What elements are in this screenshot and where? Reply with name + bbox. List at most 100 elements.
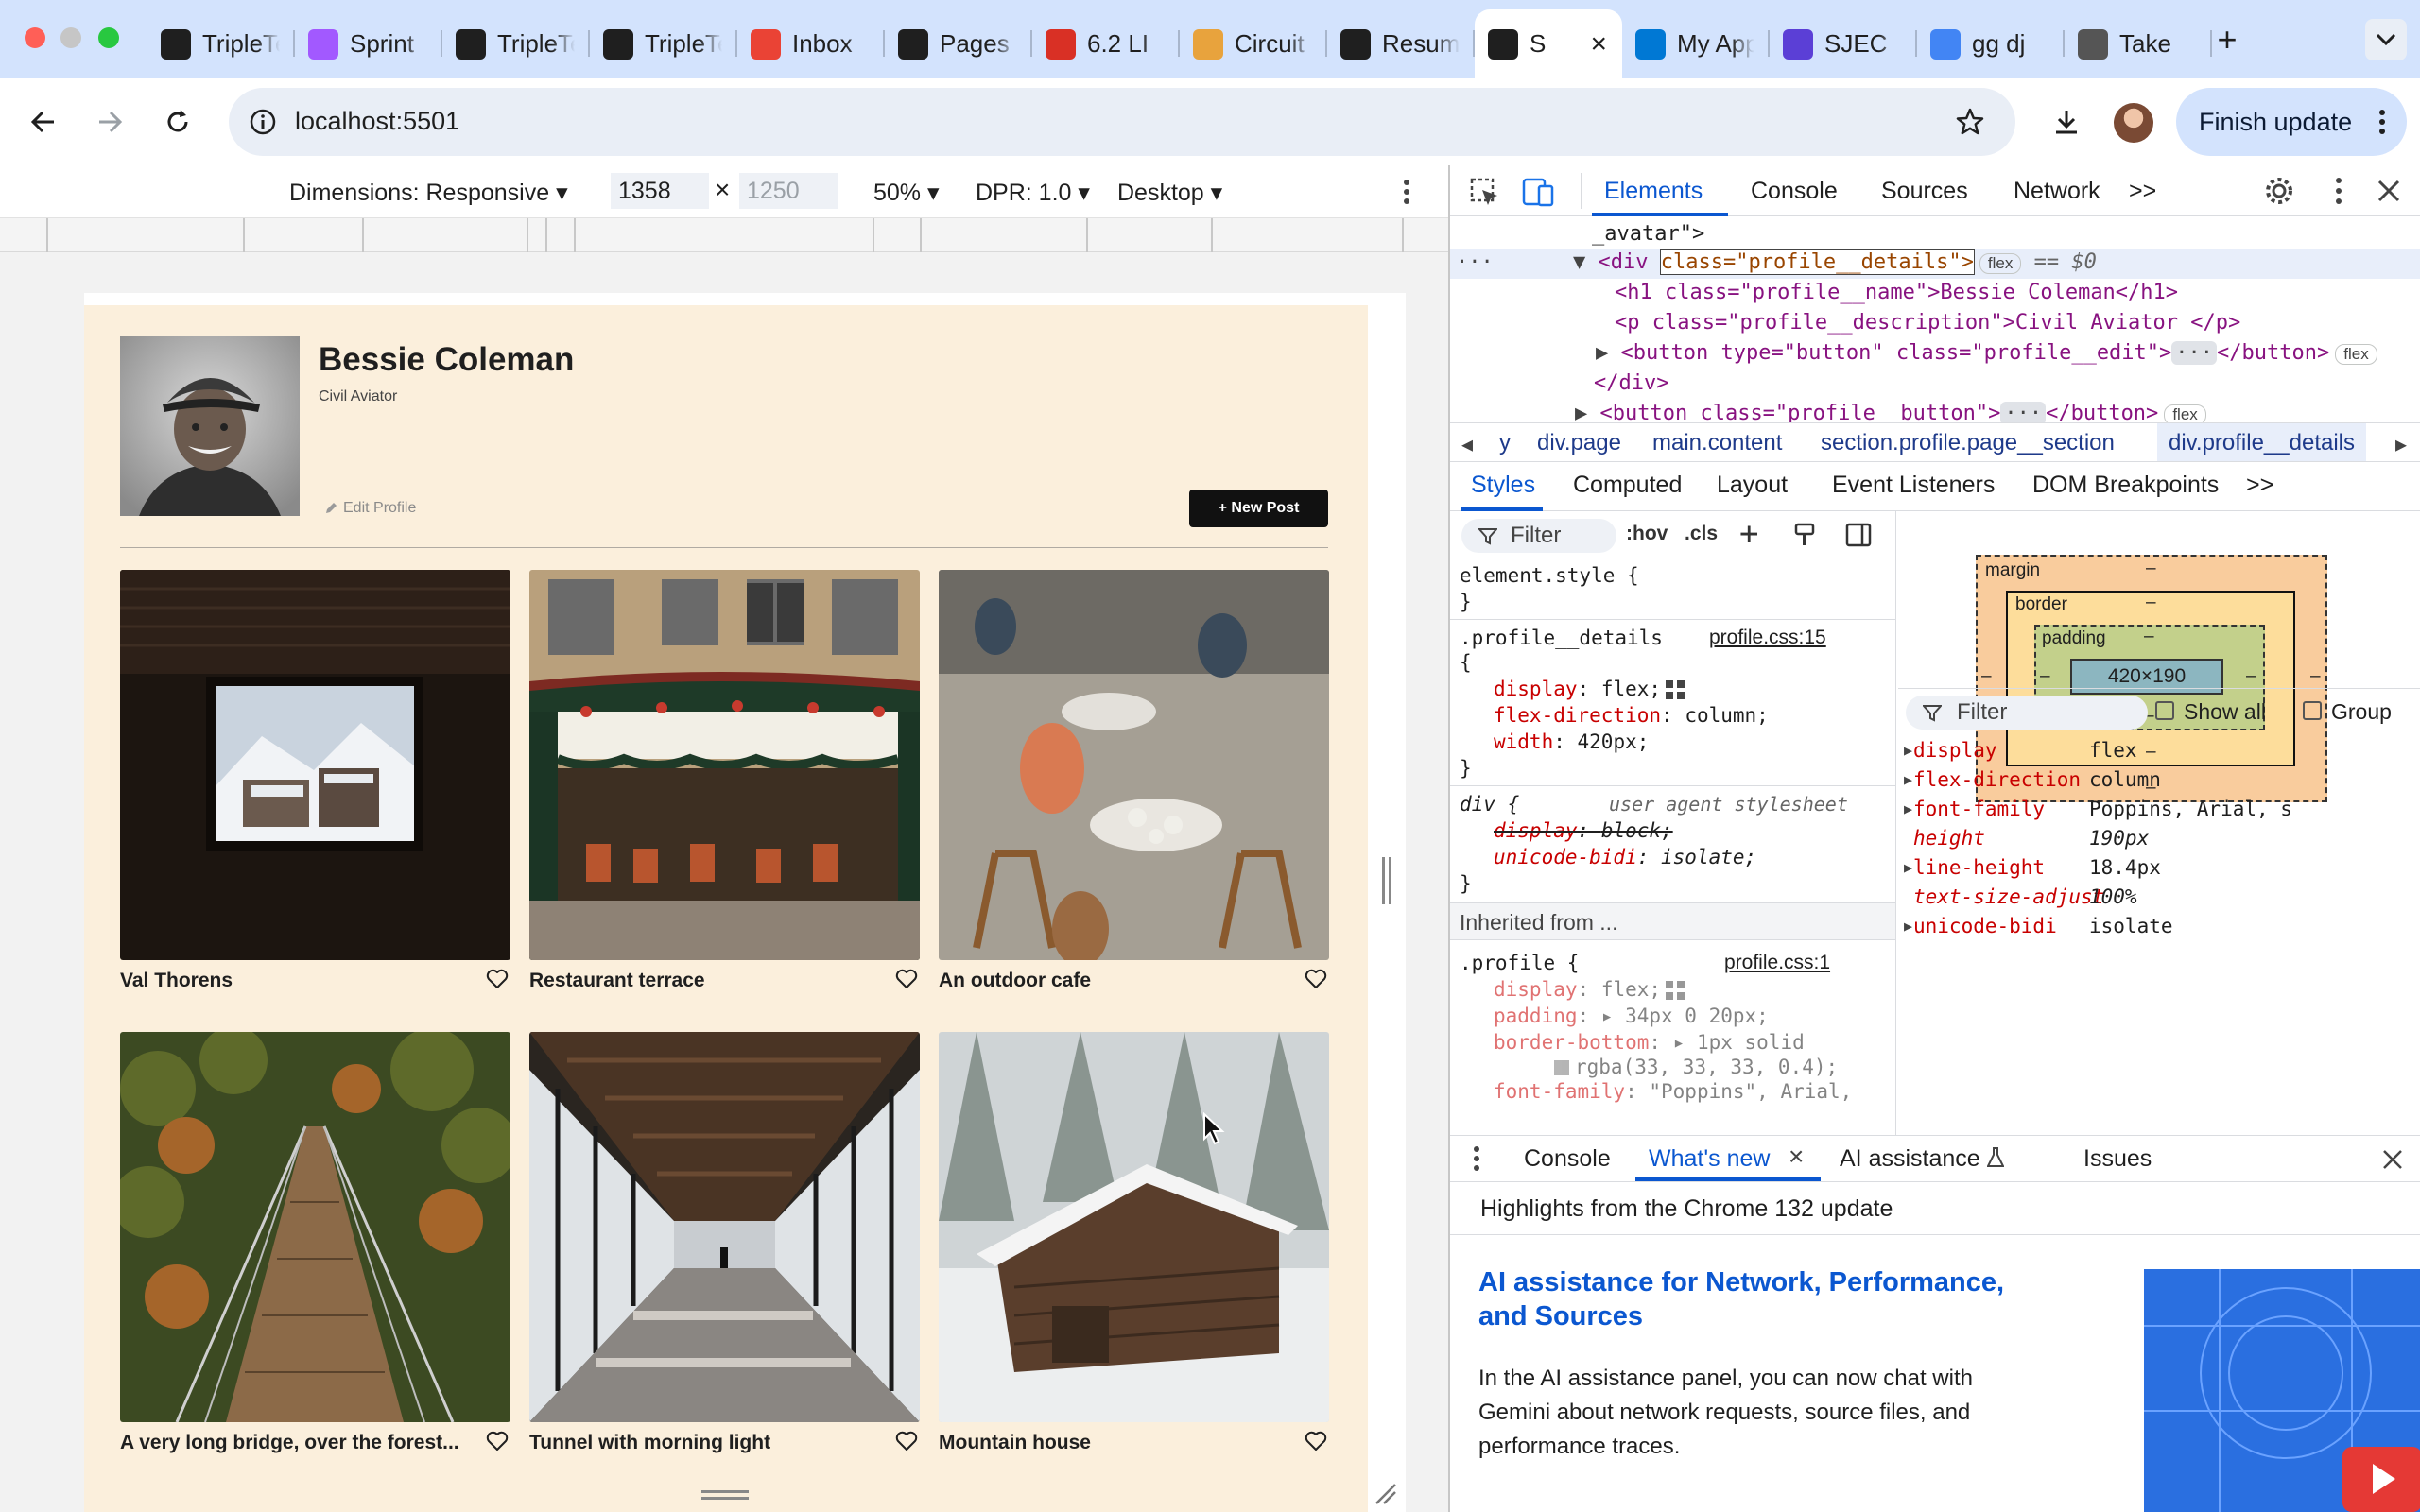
close-window-button[interactable] (25, 27, 45, 48)
close-devtools-icon[interactable] (2377, 179, 2401, 203)
browser-tab[interactable]: 6.2 LI (1032, 9, 1180, 78)
dom-line[interactable]: <h1 class="profile__name">Bessie Coleman… (1615, 281, 2178, 304)
tab-console[interactable]: Console (1751, 178, 1838, 205)
subtab-computed[interactable]: Computed (1573, 472, 1682, 499)
browser-tab[interactable]: gg dj (1917, 9, 2065, 78)
rule-selector[interactable]: .profile__details (1460, 627, 1663, 649)
style-property[interactable]: display: flex; (1494, 978, 1685, 1001)
breadcrumb-item[interactable]: div.page (1537, 430, 1621, 456)
breadcrumb-scroll-left-icon[interactable]: ◂ (1461, 431, 1473, 458)
dom-line[interactable]: ▶ <button type="button" class="profile__… (1596, 341, 2377, 365)
height-input[interactable]: 1250 (739, 173, 838, 209)
subtab-styles[interactable]: Styles (1471, 472, 1535, 499)
add-rule-button[interactable]: + (1739, 515, 1758, 553)
card-image[interactable] (529, 570, 920, 960)
inspect-element-icon[interactable] (1469, 177, 1499, 207)
breadcrumb-item[interactable]: main.content (1652, 430, 1782, 456)
rule-source-link[interactable]: profile.css:1 (1724, 952, 1830, 974)
heart-icon[interactable] (895, 969, 918, 989)
expand-arrow-icon[interactable]: ▶ (1904, 859, 1912, 876)
device-toggle-icon[interactable] (1522, 177, 1554, 207)
browser-tab[interactable]: TripleTen (590, 9, 737, 78)
computed-filter-input[interactable]: Filter (1906, 696, 2148, 730)
browser-tab[interactable]: Resume (1327, 9, 1475, 78)
dimensions-select[interactable]: Dimensions: Responsive ▾ (289, 179, 568, 207)
more-tabs-button[interactable]: >> (2129, 178, 2156, 205)
subtab-event-listeners[interactable]: Event Listeners (1832, 472, 1995, 499)
flex-badge[interactable]: flex (2164, 404, 2206, 422)
viewport-resize-corner-icon[interactable] (1373, 1481, 1397, 1505)
flex-badge[interactable]: flex (1979, 253, 2022, 274)
element-style-selector[interactable]: element.style { (1460, 564, 1639, 587)
breadcrumb-scroll-right-icon[interactable]: ▸ (2395, 431, 2407, 458)
toggle-sidebar-icon[interactable] (1845, 523, 1872, 547)
browser-tab[interactable]: TripleTen (442, 9, 590, 78)
flexbox-editor-icon[interactable] (1665, 679, 1685, 700)
subtab-dom-breakpoints[interactable]: DOM Breakpoints (2032, 472, 2219, 499)
new-post-button[interactable]: + New Post (1189, 490, 1328, 527)
viewport-resize-handle-bottom[interactable] (701, 1490, 749, 1500)
address-bar[interactable]: localhost:5501 (229, 88, 2015, 156)
drawer-tab-whats-new[interactable]: What's new (1649, 1145, 1770, 1173)
download-button[interactable] (2046, 101, 2087, 143)
card-image[interactable] (120, 570, 510, 960)
reload-button[interactable] (157, 101, 199, 143)
device-more-icon[interactable] (1403, 179, 1410, 205)
site-info-icon[interactable] (246, 105, 280, 139)
url-text[interactable]: localhost:5501 (295, 107, 459, 136)
heart-icon[interactable] (895, 1431, 918, 1452)
browser-tab[interactable]: My Apps (1622, 9, 1770, 78)
new-tab-button[interactable]: + (2208, 20, 2246, 59)
drawer-more-icon[interactable] (1473, 1145, 1480, 1172)
card-image[interactable] (939, 570, 1329, 960)
browser-tab[interactable]: Sprint (295, 9, 442, 78)
rule-source-link[interactable]: profile.css:15 (1709, 627, 1826, 649)
flexbox-editor-icon[interactable] (1665, 980, 1685, 1001)
expand-arrow-icon[interactable]: ▶ (1904, 918, 1912, 935)
whats-new-thumbnail[interactable] (2144, 1269, 2420, 1512)
browser-tab[interactable]: Circuit (1180, 9, 1327, 78)
card-image[interactable] (120, 1032, 510, 1422)
breadcrumb-item[interactable]: y (1499, 430, 1511, 456)
dom-line-selected[interactable]: ▼ <div class="profile__details"> flex == … (1573, 249, 2097, 275)
tab-sources[interactable]: Sources (1881, 178, 1968, 205)
minimize-window-button[interactable] (60, 27, 81, 48)
subtab-layout[interactable]: Layout (1717, 472, 1788, 499)
profile-avatar[interactable] (2114, 103, 2153, 143)
flex-badge[interactable]: flex (2335, 344, 2377, 365)
paint-brush-icon[interactable] (1792, 523, 1817, 547)
dom-line[interactable]: _avatar"> (1592, 222, 1704, 246)
expand-arrow-icon[interactable]: ▶ (1904, 742, 1912, 759)
browser-tab[interactable]: Inbox (737, 9, 885, 78)
dpr-select[interactable]: DPR: 1.0 ▾ (976, 179, 1090, 207)
settings-gear-icon[interactable] (2263, 175, 2295, 207)
style-property[interactable]: display: flex; (1494, 678, 1685, 700)
rule-selector[interactable]: .profile { (1460, 952, 1579, 974)
back-button[interactable] (23, 101, 64, 143)
browser-tab[interactable]: S × (1475, 9, 1622, 78)
cls-toggle[interactable]: .cls (1685, 523, 1718, 545)
devtools-more-icon[interactable] (2335, 177, 2342, 205)
finish-update-button[interactable]: Finish update (2176, 88, 2407, 156)
style-property[interactable]: font-family: "Poppins", Arial, (1494, 1080, 1852, 1103)
hov-toggle[interactable]: :hov (1626, 523, 1668, 545)
drawer-tab-ai-assistance[interactable]: AI assistance (1840, 1145, 2004, 1173)
expand-arrow-icon[interactable]: ▶ (1904, 771, 1912, 788)
style-property[interactable]: padding: ▸ 34px 0 20px; (1494, 1005, 1769, 1027)
dom-line[interactable]: </div> (1594, 371, 1668, 395)
heart-icon[interactable] (486, 969, 509, 989)
close-drawer-icon[interactable] (2382, 1149, 2403, 1170)
width-input[interactable]: 1358 (611, 173, 709, 209)
browser-tab[interactable]: Take (2065, 9, 2212, 78)
card-image[interactable] (939, 1032, 1329, 1422)
close-whats-new-icon[interactable]: × (1789, 1142, 1804, 1172)
browser-tab[interactable]: TripleTen (147, 9, 295, 78)
tab-search-button[interactable] (2365, 19, 2407, 60)
drawer-tab-console[interactable]: Console (1524, 1145, 1611, 1173)
tab-elements[interactable]: Elements (1604, 178, 1703, 205)
style-property[interactable]: width: 420px; (1494, 730, 1649, 753)
dom-line[interactable]: <p class="profile__description">Civil Av… (1615, 311, 2240, 335)
dom-line[interactable]: ▶ <button class="profile__button"> ··· </b… (1575, 402, 2206, 422)
color-swatch[interactable] (1554, 1060, 1569, 1075)
card-image[interactable] (529, 1032, 920, 1422)
